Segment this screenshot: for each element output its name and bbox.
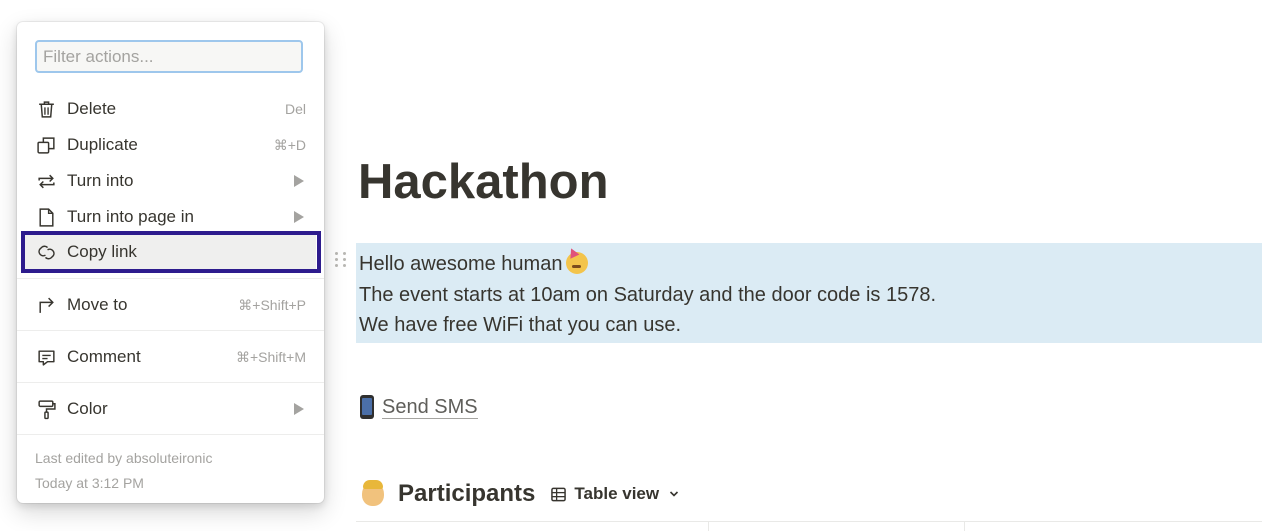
- shortcut-hint: Del: [284, 101, 306, 117]
- send-sms-link[interactable]: Send SMS: [382, 396, 478, 419]
- callout-line-2: The event starts at 10am on Saturday and…: [359, 283, 937, 306]
- menu-item-comment[interactable]: Comment ⌘+Shift+M: [25, 340, 316, 374]
- menu-item-color[interactable]: Color: [25, 392, 316, 426]
- shortcut-hint: ⌘+Shift+P: [238, 296, 306, 313]
- database-header: Participants Table view: [362, 478, 679, 510]
- page-icon: [35, 206, 57, 228]
- view-label: Table view: [574, 484, 660, 503]
- drag-handle-icon[interactable]: [335, 252, 347, 272]
- person-emoji-icon[interactable]: [362, 480, 384, 506]
- menu-item-label: Move to: [67, 295, 128, 314]
- mobile-phone-icon: [360, 395, 374, 419]
- last-edited-by: Last edited by absoluteironic: [35, 450, 213, 466]
- callout-line-3: We have free WiFi that you can use.: [359, 314, 682, 336]
- submenu-arrow-icon: [294, 403, 304, 415]
- menu-item-label: Turn into: [67, 171, 134, 190]
- database-title[interactable]: Participants: [398, 480, 535, 508]
- shortcut-hint: ⌘+Shift+M: [235, 348, 306, 365]
- selected-text-block[interactable]: Hello awesome human The event starts at …: [356, 243, 1262, 343]
- table-column-divider: [708, 522, 709, 531]
- page-title[interactable]: Hackathon: [358, 150, 609, 214]
- menu-divider: [17, 434, 324, 435]
- menu-item-move-to[interactable]: Move to ⌘+Shift+P: [25, 288, 316, 322]
- submenu-arrow-icon: [294, 211, 304, 223]
- menu-item-label: Color: [67, 399, 108, 418]
- menu-item-copy-link[interactable]: Copy link: [25, 235, 316, 269]
- partying-face-icon: [566, 252, 589, 274]
- trash-icon: [35, 98, 57, 120]
- callout-line-1: Hello awesome human: [359, 253, 563, 275]
- menu-item-duplicate[interactable]: Duplicate ⌘+D: [25, 128, 316, 162]
- paint-roller-icon: [35, 398, 57, 420]
- table-header-divider: [356, 521, 1262, 522]
- last-edited-time: Today at 3:12 PM: [35, 475, 144, 491]
- duplicate-icon: [35, 134, 57, 156]
- table-column-divider: [964, 522, 965, 531]
- menu-divider: [17, 382, 324, 383]
- table-icon: [551, 487, 567, 501]
- link-icon: [35, 241, 57, 263]
- menu-divider: [17, 278, 324, 279]
- menu-footer: Last edited by absoluteironic Today at 3…: [35, 446, 212, 496]
- filter-actions-input[interactable]: [35, 40, 303, 73]
- chevron-down-icon: [670, 491, 679, 497]
- block-actions-menu: Delete Del Duplicate ⌘+D Turn into Turn …: [17, 22, 324, 503]
- menu-item-label: Turn into page in: [67, 207, 194, 226]
- menu-item-label: Comment: [67, 347, 141, 366]
- menu-item-label: Duplicate: [67, 135, 138, 154]
- menu-item-label: Delete: [67, 99, 117, 118]
- turn-into-icon: [35, 170, 57, 192]
- send-sms-row: Send SMS: [360, 393, 478, 421]
- menu-item-label: Copy link: [67, 242, 137, 261]
- menu-item-turn-into[interactable]: Turn into: [25, 164, 316, 198]
- menu-item-turn-into-page-in[interactable]: Turn into page in: [25, 200, 316, 234]
- view-selector[interactable]: Table view: [551, 484, 679, 504]
- move-to-icon: [35, 294, 57, 316]
- comment-icon: [35, 346, 57, 368]
- shortcut-hint: ⌘+D: [273, 136, 306, 153]
- menu-item-delete[interactable]: Delete Del: [25, 92, 316, 126]
- submenu-arrow-icon: [294, 175, 304, 187]
- menu-divider: [17, 330, 324, 331]
